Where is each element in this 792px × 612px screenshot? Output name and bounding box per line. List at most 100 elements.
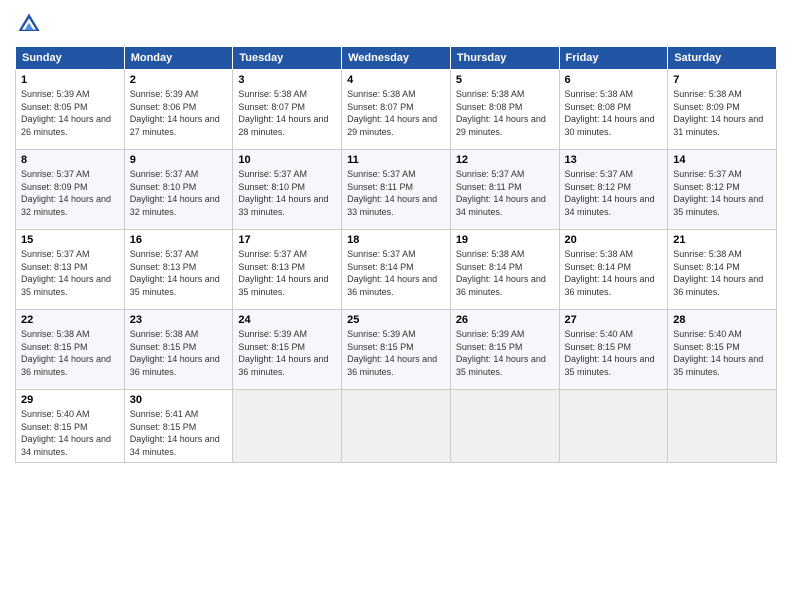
day-info: Sunrise: 5:38 AM Sunset: 8:07 PM Dayligh… (347, 88, 445, 138)
day-info: Sunrise: 5:37 AM Sunset: 8:11 PM Dayligh… (456, 168, 554, 218)
calendar-cell (668, 390, 777, 463)
day-number: 27 (565, 314, 663, 326)
calendar-cell: 3 Sunrise: 5:38 AM Sunset: 8:07 PM Dayli… (233, 70, 342, 150)
day-info: Sunrise: 5:39 AM Sunset: 8:06 PM Dayligh… (130, 88, 228, 138)
day-number: 30 (130, 394, 228, 406)
day-info: Sunrise: 5:38 AM Sunset: 8:15 PM Dayligh… (21, 328, 119, 378)
day-info: Sunrise: 5:39 AM Sunset: 8:05 PM Dayligh… (21, 88, 119, 138)
day-number: 24 (238, 314, 336, 326)
day-info: Sunrise: 5:39 AM Sunset: 8:15 PM Dayligh… (456, 328, 554, 378)
day-info: Sunrise: 5:39 AM Sunset: 8:15 PM Dayligh… (347, 328, 445, 378)
calendar-cell: 5 Sunrise: 5:38 AM Sunset: 8:08 PM Dayli… (450, 70, 559, 150)
calendar-cell: 21 Sunrise: 5:38 AM Sunset: 8:14 PM Dayl… (668, 230, 777, 310)
day-number: 23 (130, 314, 228, 326)
day-info: Sunrise: 5:40 AM Sunset: 8:15 PM Dayligh… (21, 408, 119, 458)
calendar-cell: 17 Sunrise: 5:37 AM Sunset: 8:13 PM Dayl… (233, 230, 342, 310)
calendar-header-friday: Friday (559, 47, 668, 70)
calendar-cell (559, 390, 668, 463)
calendar-week-5: 29 Sunrise: 5:40 AM Sunset: 8:15 PM Dayl… (16, 390, 777, 463)
calendar-header-monday: Monday (124, 47, 233, 70)
day-number: 29 (21, 394, 119, 406)
page: SundayMondayTuesdayWednesdayThursdayFrid… (0, 0, 792, 612)
calendar-cell (233, 390, 342, 463)
day-info: Sunrise: 5:39 AM Sunset: 8:15 PM Dayligh… (238, 328, 336, 378)
day-info: Sunrise: 5:38 AM Sunset: 8:14 PM Dayligh… (456, 248, 554, 298)
calendar-cell: 8 Sunrise: 5:37 AM Sunset: 8:09 PM Dayli… (16, 150, 125, 230)
day-number: 20 (565, 234, 663, 246)
day-info: Sunrise: 5:38 AM Sunset: 8:14 PM Dayligh… (673, 248, 771, 298)
calendar-cell: 22 Sunrise: 5:38 AM Sunset: 8:15 PM Dayl… (16, 310, 125, 390)
day-number: 6 (565, 74, 663, 86)
day-info: Sunrise: 5:37 AM Sunset: 8:12 PM Dayligh… (565, 168, 663, 218)
day-number: 13 (565, 154, 663, 166)
day-info: Sunrise: 5:37 AM Sunset: 8:11 PM Dayligh… (347, 168, 445, 218)
day-number: 12 (456, 154, 554, 166)
day-number: 1 (21, 74, 119, 86)
day-info: Sunrise: 5:37 AM Sunset: 8:13 PM Dayligh… (238, 248, 336, 298)
header (15, 10, 777, 38)
calendar-cell: 6 Sunrise: 5:38 AM Sunset: 8:08 PM Dayli… (559, 70, 668, 150)
calendar-cell: 30 Sunrise: 5:41 AM Sunset: 8:15 PM Dayl… (124, 390, 233, 463)
calendar-week-2: 8 Sunrise: 5:37 AM Sunset: 8:09 PM Dayli… (16, 150, 777, 230)
logo (15, 10, 45, 38)
day-number: 11 (347, 154, 445, 166)
day-info: Sunrise: 5:37 AM Sunset: 8:13 PM Dayligh… (130, 248, 228, 298)
calendar-cell (342, 390, 451, 463)
day-number: 28 (673, 314, 771, 326)
calendar-header-wednesday: Wednesday (342, 47, 451, 70)
day-number: 19 (456, 234, 554, 246)
day-info: Sunrise: 5:37 AM Sunset: 8:10 PM Dayligh… (238, 168, 336, 218)
calendar-cell: 12 Sunrise: 5:37 AM Sunset: 8:11 PM Dayl… (450, 150, 559, 230)
calendar-header-thursday: Thursday (450, 47, 559, 70)
calendar-cell: 26 Sunrise: 5:39 AM Sunset: 8:15 PM Dayl… (450, 310, 559, 390)
calendar-cell: 4 Sunrise: 5:38 AM Sunset: 8:07 PM Dayli… (342, 70, 451, 150)
day-info: Sunrise: 5:37 AM Sunset: 8:09 PM Dayligh… (21, 168, 119, 218)
day-info: Sunrise: 5:38 AM Sunset: 8:07 PM Dayligh… (238, 88, 336, 138)
calendar-header-row: SundayMondayTuesdayWednesdayThursdayFrid… (16, 47, 777, 70)
calendar-week-4: 22 Sunrise: 5:38 AM Sunset: 8:15 PM Dayl… (16, 310, 777, 390)
calendar-week-1: 1 Sunrise: 5:39 AM Sunset: 8:05 PM Dayli… (16, 70, 777, 150)
calendar-cell: 14 Sunrise: 5:37 AM Sunset: 8:12 PM Dayl… (668, 150, 777, 230)
day-info: Sunrise: 5:41 AM Sunset: 8:15 PM Dayligh… (130, 408, 228, 458)
calendar-cell: 23 Sunrise: 5:38 AM Sunset: 8:15 PM Dayl… (124, 310, 233, 390)
calendar-header-saturday: Saturday (668, 47, 777, 70)
day-info: Sunrise: 5:40 AM Sunset: 8:15 PM Dayligh… (673, 328, 771, 378)
calendar-cell: 10 Sunrise: 5:37 AM Sunset: 8:10 PM Dayl… (233, 150, 342, 230)
day-number: 22 (21, 314, 119, 326)
day-info: Sunrise: 5:37 AM Sunset: 8:12 PM Dayligh… (673, 168, 771, 218)
day-number: 4 (347, 74, 445, 86)
day-number: 15 (21, 234, 119, 246)
calendar-body: 1 Sunrise: 5:39 AM Sunset: 8:05 PM Dayli… (16, 70, 777, 463)
day-info: Sunrise: 5:38 AM Sunset: 8:09 PM Dayligh… (673, 88, 771, 138)
calendar-cell: 15 Sunrise: 5:37 AM Sunset: 8:13 PM Dayl… (16, 230, 125, 310)
day-number: 18 (347, 234, 445, 246)
day-info: Sunrise: 5:37 AM Sunset: 8:10 PM Dayligh… (130, 168, 228, 218)
day-number: 25 (347, 314, 445, 326)
day-info: Sunrise: 5:37 AM Sunset: 8:14 PM Dayligh… (347, 248, 445, 298)
calendar-cell: 16 Sunrise: 5:37 AM Sunset: 8:13 PM Dayl… (124, 230, 233, 310)
day-number: 9 (130, 154, 228, 166)
day-number: 26 (456, 314, 554, 326)
day-number: 21 (673, 234, 771, 246)
day-info: Sunrise: 5:38 AM Sunset: 8:14 PM Dayligh… (565, 248, 663, 298)
calendar-header-tuesday: Tuesday (233, 47, 342, 70)
day-number: 16 (130, 234, 228, 246)
day-info: Sunrise: 5:38 AM Sunset: 8:08 PM Dayligh… (565, 88, 663, 138)
calendar-header-sunday: Sunday (16, 47, 125, 70)
calendar-cell: 20 Sunrise: 5:38 AM Sunset: 8:14 PM Dayl… (559, 230, 668, 310)
calendar-cell: 24 Sunrise: 5:39 AM Sunset: 8:15 PM Dayl… (233, 310, 342, 390)
calendar-cell: 19 Sunrise: 5:38 AM Sunset: 8:14 PM Dayl… (450, 230, 559, 310)
logo-icon (15, 10, 43, 38)
day-info: Sunrise: 5:38 AM Sunset: 8:15 PM Dayligh… (130, 328, 228, 378)
calendar-week-3: 15 Sunrise: 5:37 AM Sunset: 8:13 PM Dayl… (16, 230, 777, 310)
day-number: 14 (673, 154, 771, 166)
calendar-cell: 27 Sunrise: 5:40 AM Sunset: 8:15 PM Dayl… (559, 310, 668, 390)
calendar-cell (450, 390, 559, 463)
calendar: SundayMondayTuesdayWednesdayThursdayFrid… (15, 46, 777, 463)
calendar-cell: 2 Sunrise: 5:39 AM Sunset: 8:06 PM Dayli… (124, 70, 233, 150)
day-number: 8 (21, 154, 119, 166)
calendar-cell: 29 Sunrise: 5:40 AM Sunset: 8:15 PM Dayl… (16, 390, 125, 463)
calendar-cell: 7 Sunrise: 5:38 AM Sunset: 8:09 PM Dayli… (668, 70, 777, 150)
calendar-cell: 18 Sunrise: 5:37 AM Sunset: 8:14 PM Dayl… (342, 230, 451, 310)
day-number: 10 (238, 154, 336, 166)
